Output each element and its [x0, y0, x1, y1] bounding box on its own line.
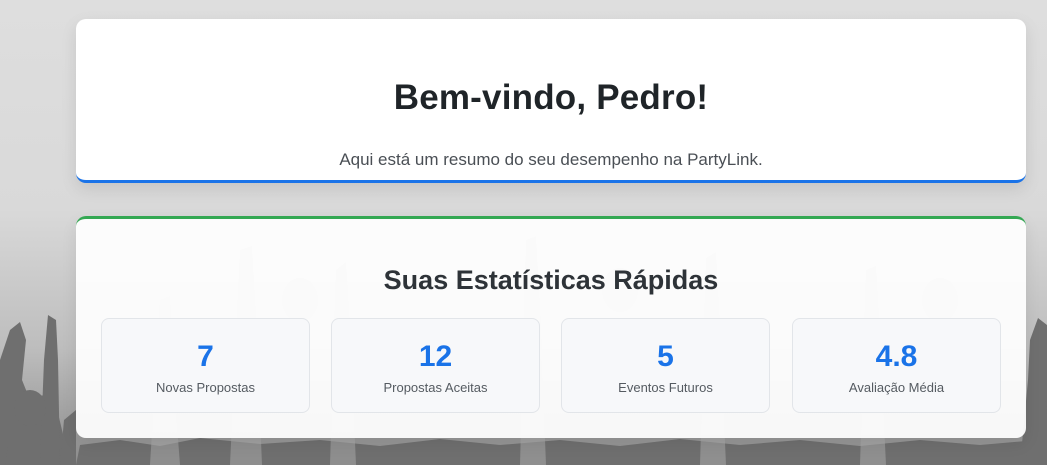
- stat-card-new-proposals: 7 Novas Propostas: [101, 318, 310, 413]
- stat-card-upcoming-events: 5 Eventos Futuros: [561, 318, 770, 413]
- welcome-title: Bem-vindo, Pedro!: [393, 78, 709, 117]
- welcome-card: Bem-vindo, Pedro! Aqui está um resumo do…: [76, 19, 1026, 183]
- stat-card-average-rating: 4.8 Avaliação Média: [792, 318, 1001, 413]
- stat-label: Novas Propostas: [156, 380, 255, 395]
- stats-title: Suas Estatísticas Rápidas: [383, 265, 719, 295]
- quick-stats-card: Suas Estatísticas Rápidas 7 Novas Propos…: [76, 216, 1026, 438]
- stat-value: 4.8: [875, 340, 918, 373]
- stat-value: 7: [197, 340, 214, 373]
- welcome-subtitle: Aqui está um resumo do seu desempenho na…: [339, 150, 763, 169]
- stat-label: Avaliação Média: [848, 380, 945, 395]
- stat-label: Eventos Futuros: [618, 380, 713, 395]
- stat-value: 5: [657, 340, 674, 373]
- stat-label: Propostas Aceitas: [383, 380, 488, 395]
- stat-value: 12: [418, 340, 453, 373]
- stat-card-accepted-proposals: 12 Propostas Aceitas: [331, 318, 540, 413]
